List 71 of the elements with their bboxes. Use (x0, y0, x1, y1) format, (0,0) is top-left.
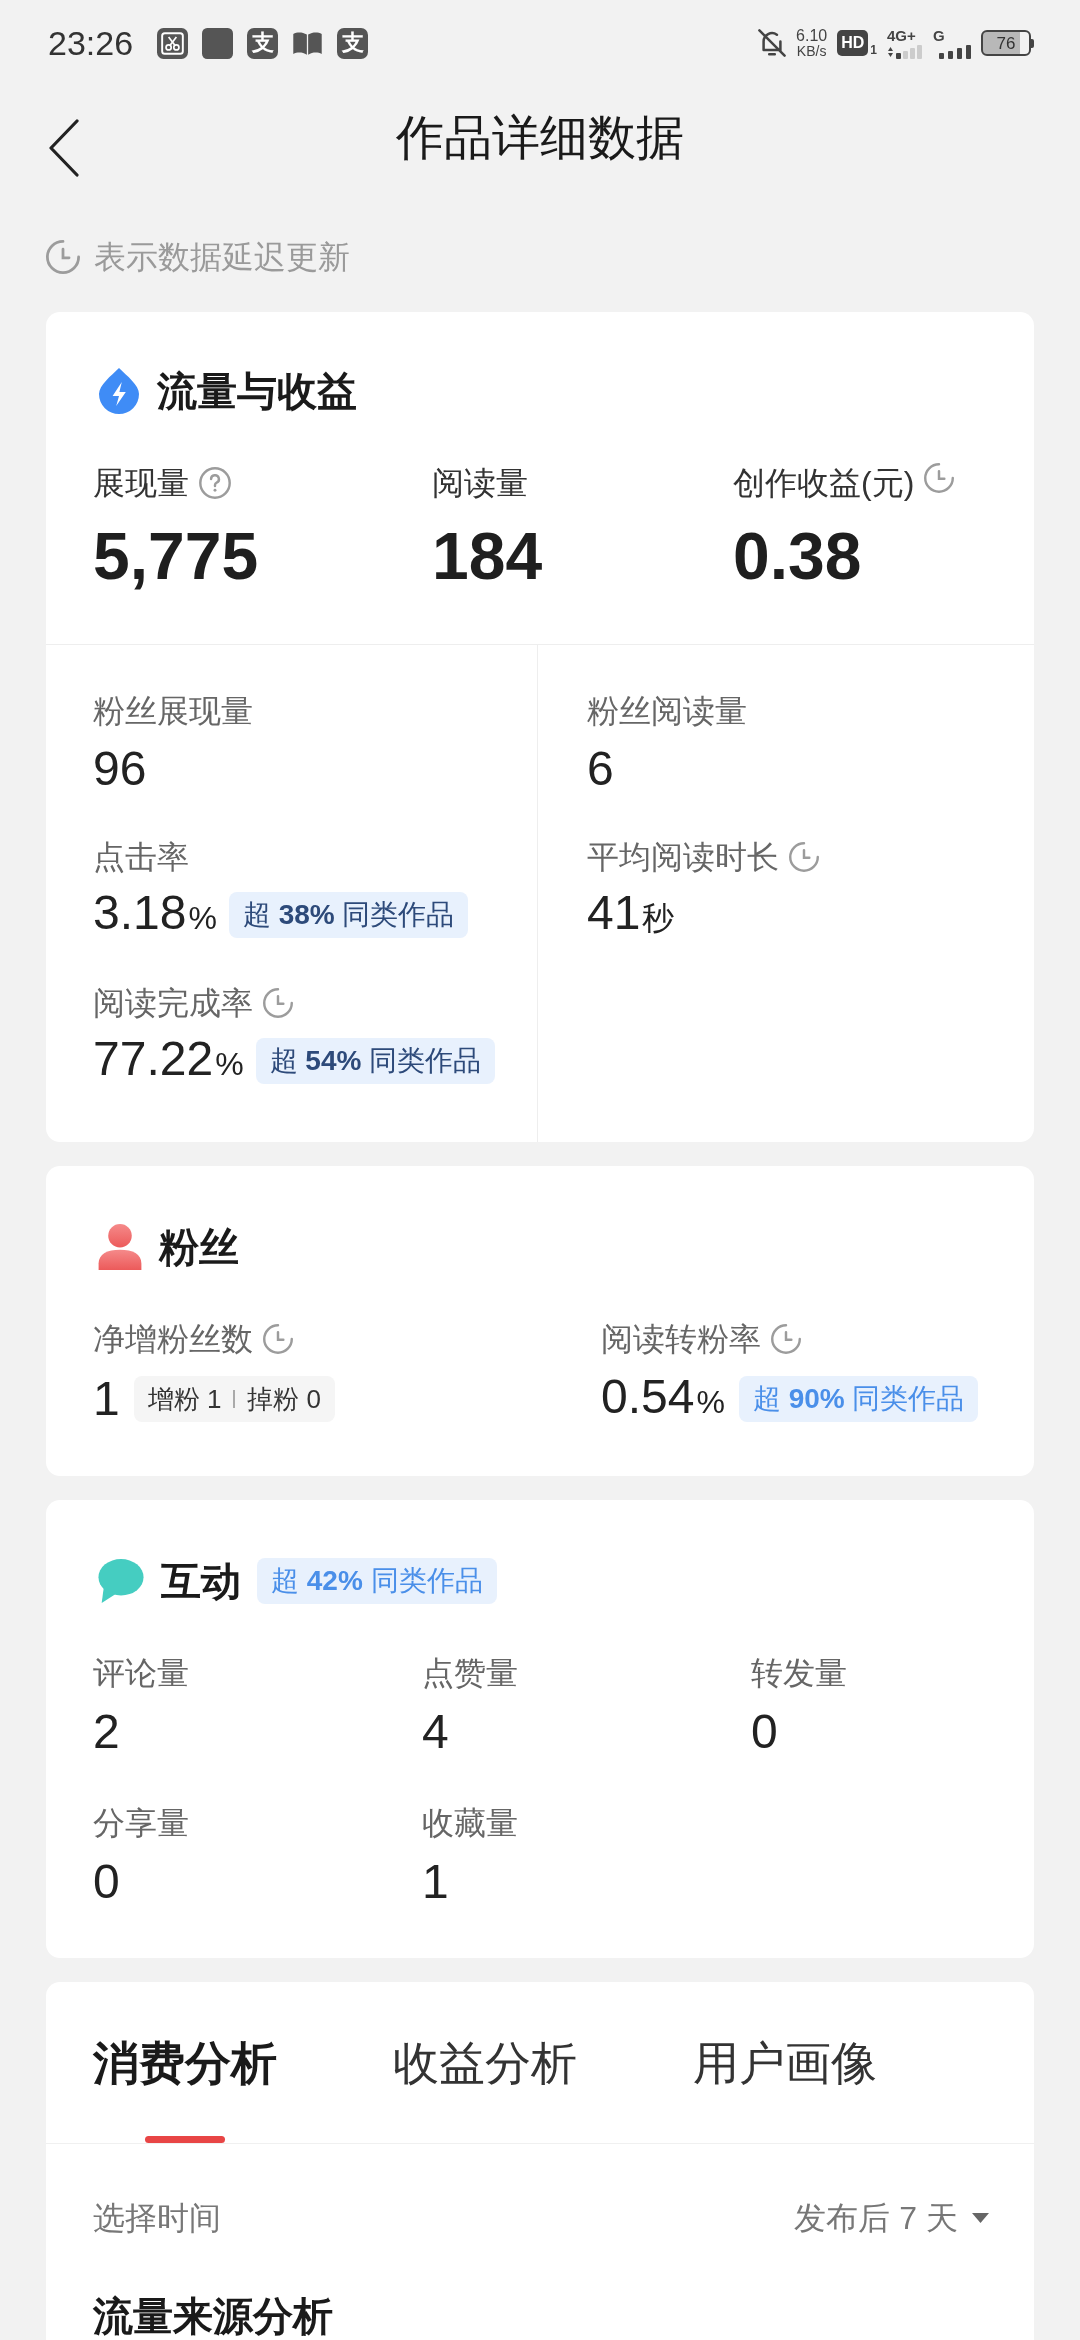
bell-off-icon (758, 29, 787, 57)
signal-icon (887, 44, 923, 59)
section-title: 互动 (161, 1558, 241, 1605)
signal-icon (939, 44, 971, 59)
fans-gained-text: 增粉 1 (147, 1382, 222, 1416)
network-type-label: G (933, 27, 945, 43)
hd-indicator: HD (837, 30, 869, 56)
analysis-tab[interactable]: 收益分析 (393, 2035, 577, 2143)
metric-value: 3.18% (93, 884, 217, 941)
metric-label: 点赞量 (422, 1654, 518, 1693)
battery-indicator: 76 (981, 30, 1034, 56)
help-icon[interactable] (199, 467, 231, 499)
metric-label: 阅读完成率 (93, 984, 253, 1023)
metric-label: 分享量 (93, 1804, 189, 1843)
metric-label: 净增粉丝数 (93, 1320, 253, 1359)
back-icon (48, 119, 80, 177)
time-filter-label: 选择时间 (93, 2199, 221, 2238)
metric-value: 0.54% (601, 1368, 725, 1425)
metric-label: 点击率 (93, 838, 189, 877)
metric-value: 41秒 (587, 884, 675, 941)
metric-label: 收藏量 (422, 1804, 518, 1843)
back-button[interactable] (48, 119, 80, 177)
book-icon (292, 30, 324, 56)
comparison-badge: 超 38% 同类作品 (228, 892, 469, 938)
caret-down-icon (972, 2213, 989, 2223)
app-icon: 支 (247, 27, 279, 59)
metric-value: 77.22% (93, 1030, 244, 1087)
metric-value: 1 (422, 1854, 449, 1910)
metric-label: 转发量 (751, 1654, 847, 1693)
metric-label: 阅读转粉率 (601, 1320, 761, 1359)
comparison-badge: 超 90% 同类作品 (738, 1376, 979, 1422)
water-drop-bolt-icon (98, 368, 140, 414)
scissors-app-icon (157, 27, 189, 59)
metric-label: 粉丝阅读量 (587, 692, 747, 731)
metric-value: 184 (432, 518, 543, 594)
metric-value: 96 (93, 741, 147, 797)
network-speed-unit: KB/s (796, 44, 827, 59)
network-type-label: 4G+ (887, 27, 916, 43)
metric-value: 0.38 (733, 518, 862, 594)
metric-label: 平均阅读时长 (587, 838, 779, 877)
network-speed-value: 6.10 (796, 27, 828, 44)
section-title: 流量与收益 (157, 368, 357, 415)
app-icon: 支 (337, 27, 369, 59)
analysis-tab[interactable]: 用户画像 (693, 2035, 877, 2143)
page-title: 作品详细数据 (395, 110, 685, 166)
metric-value: 0 (93, 1854, 120, 1910)
metric-value: 4 (422, 1704, 449, 1760)
comparison-badge: 超 42% 同类作品 (257, 1558, 497, 1604)
metric-value: 1 (93, 1371, 120, 1427)
metric-value: 2 (93, 1704, 120, 1760)
section-heading: 流量来源分析 (92, 2296, 334, 2336)
fans-lost-text: 掉粉 0 (247, 1382, 322, 1416)
metric-label: 粉丝展现量 (93, 692, 253, 731)
metric-label: 阅读量 (432, 464, 528, 503)
time-range-dropdown[interactable]: 发布后 7 天 (794, 2196, 989, 2240)
person-icon (98, 1224, 142, 1270)
metric-label: 展现量 (93, 464, 189, 503)
square-app-icon (202, 27, 234, 59)
comparison-badge: 超 54% 同类作品 (255, 1038, 496, 1084)
sim-slot-label: 1 (870, 44, 877, 56)
speech-bubble-icon (98, 1559, 144, 1603)
metric-label: 评论量 (93, 1654, 189, 1693)
clock-time: 23:26 (48, 26, 134, 60)
delay-note: 表示数据延迟更新 (94, 238, 350, 277)
analysis-tab[interactable]: 消费分析 (93, 2035, 277, 2143)
metric-value: 6 (587, 741, 614, 797)
metric-value: 0 (751, 1704, 778, 1760)
metric-label: 创作收益(元) (733, 464, 915, 503)
section-title: 粉丝 (159, 1224, 239, 1271)
clock-icon (46, 240, 80, 274)
metric-value: 5,775 (93, 518, 259, 594)
